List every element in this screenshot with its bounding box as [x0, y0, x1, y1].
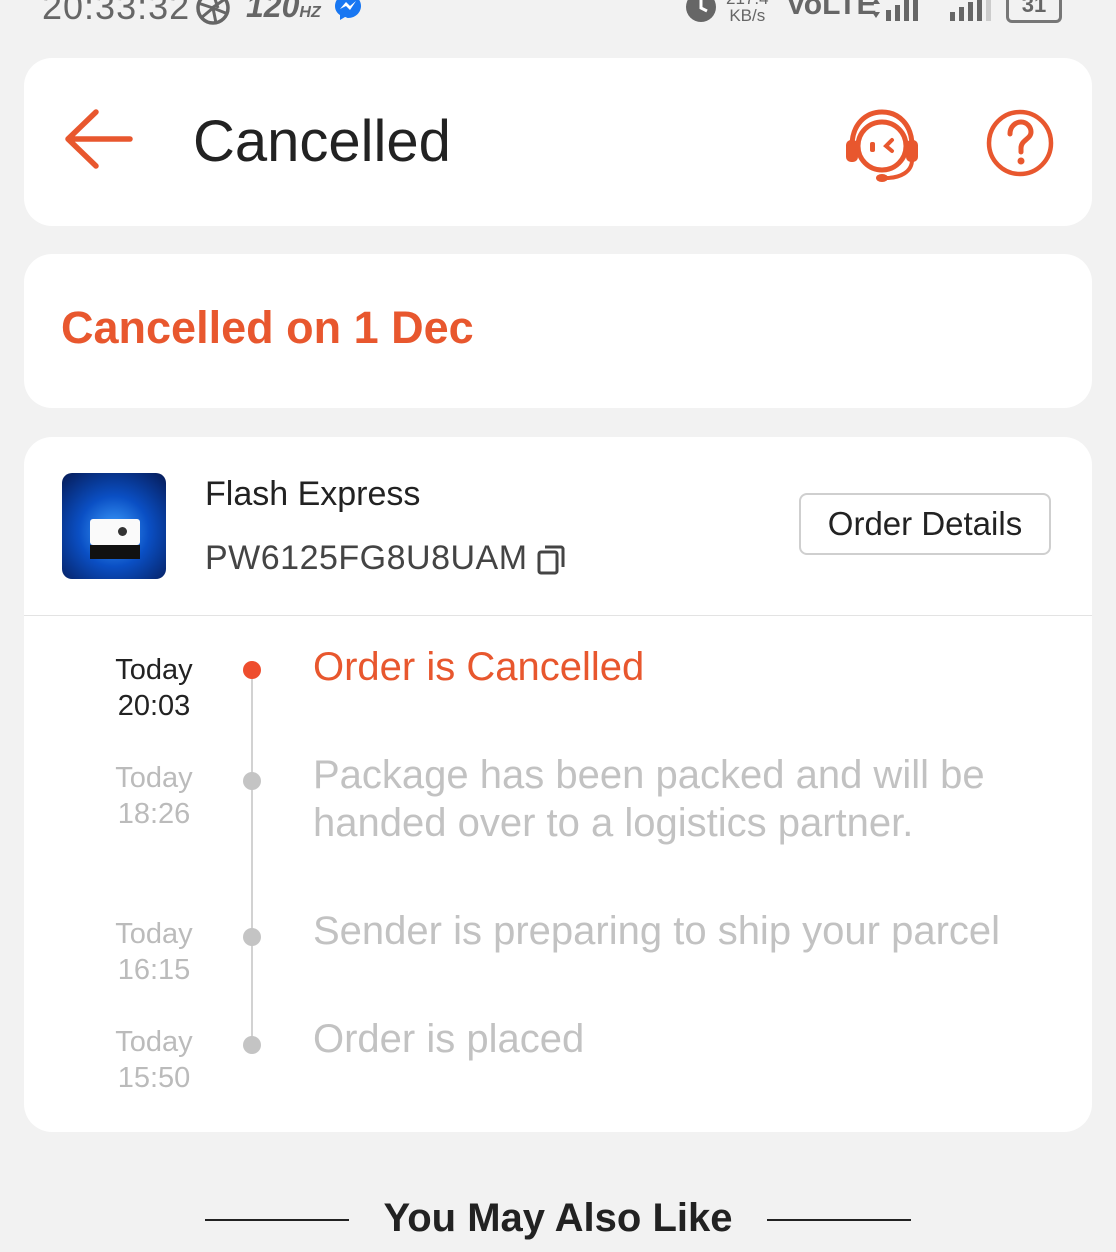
timeline-day-label: Today — [115, 1026, 193, 1058]
refresh-rate-unit: HZ — [299, 4, 321, 21]
timeline-time-label: 18:26 — [117, 798, 191, 830]
shipment-tracking-card: Flash Express PW6125FG8U8UAM Order Detai… — [24, 437, 1092, 1132]
tracking-number: PW6125FG8U8UAM — [205, 539, 528, 577]
back-arrow-icon[interactable] — [62, 108, 134, 170]
timeline-event-text: Order is placed — [313, 1017, 585, 1061]
timeline-dot-active — [243, 661, 261, 679]
header-bar: Cancelled — [24, 58, 1092, 226]
status-time: 20:33:32 — [42, 0, 191, 27]
timeline-time-label: 15:50 — [117, 1062, 191, 1094]
timeline-dot — [243, 1036, 261, 1054]
timeline-time-label: 20:03 — [117, 690, 191, 722]
timeline-event-text: Package has been packed and will be hand… — [313, 753, 985, 845]
timeline-day-label: Today — [115, 918, 193, 950]
battery-icon: 31 — [1006, 0, 1062, 23]
refresh-rate: 120HZ — [246, 0, 321, 25]
product-device-base — [90, 545, 140, 559]
refresh-rate-value: 120 — [246, 0, 300, 24]
network-speed-unit: KB/s — [729, 6, 766, 25]
divider — [24, 615, 1092, 616]
aperture-icon — [196, 0, 230, 25]
recommendations-heading: You May Also Like — [383, 1196, 733, 1240]
timeline-event-text: Sender is preparing to ship your parcel — [313, 909, 1001, 953]
timeline-time: Today 18:26 — [84, 760, 224, 832]
alarm-icon — [686, 0, 716, 22]
signal-icon-2 — [950, 0, 991, 21]
timeline-time-label: 16:15 — [117, 954, 191, 986]
timeline-day-label: Today — [115, 762, 193, 794]
recommendations-header: You May Also Like — [0, 1192, 1116, 1248]
customer-support-icon[interactable] — [842, 106, 922, 186]
timeline-time: Today 15:50 — [84, 1024, 224, 1096]
timeline-dot — [243, 772, 261, 790]
timeline-day-label: Today — [115, 654, 193, 686]
timeline-event-text: Order is Cancelled — [313, 645, 645, 689]
timeline-time: Today 20:03 — [84, 652, 224, 724]
timeline-time: Today 16:15 — [84, 916, 224, 988]
order-details-button[interactable]: Order Details — [799, 493, 1051, 555]
product-thumbnail — [62, 473, 166, 579]
status-bar: 20:33:32 120HZ 217.4KB/s VoLTE 31 — [0, 0, 1116, 34]
page-title: Cancelled — [193, 109, 451, 174]
signal-icon — [872, 0, 918, 21]
help-icon[interactable] — [985, 108, 1055, 178]
product-device-graphic — [90, 519, 140, 545]
copy-icon[interactable] — [537, 545, 565, 575]
divider — [767, 1219, 911, 1221]
cancellation-status-card: Cancelled on 1 Dec — [24, 254, 1092, 408]
volte-label: VoLTE — [786, 0, 877, 21]
carrier-name: Flash Express — [205, 475, 421, 513]
network-speed: 217.4KB/s — [726, 0, 769, 24]
timeline-connector — [251, 670, 253, 1044]
cancellation-status-text: Cancelled on 1 Dec — [61, 302, 474, 353]
timeline-dot — [243, 928, 261, 946]
messenger-icon — [335, 0, 361, 20]
